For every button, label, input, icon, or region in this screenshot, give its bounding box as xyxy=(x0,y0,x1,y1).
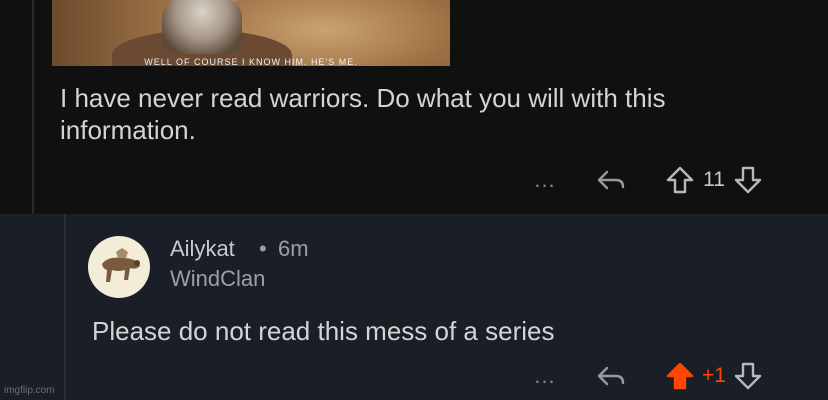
reply-arrow-icon[interactable] xyxy=(596,363,626,389)
thread-line[interactable] xyxy=(32,0,34,214)
reply-comment-text: Please do not read this mess of a series xyxy=(92,316,555,346)
thread-line[interactable] xyxy=(64,214,66,400)
reply-arrow-icon[interactable] xyxy=(596,167,626,193)
username[interactable]: Ailykat xyxy=(170,236,235,262)
separator-dot: • xyxy=(259,236,267,261)
gif-caption: WELL OF COURSE I KNOW HIM. HE'S ME. xyxy=(144,58,358,66)
user-flair: WindClan xyxy=(170,266,266,291)
gif-image[interactable]: WELL OF COURSE I KNOW HIM. HE'S ME. xyxy=(52,0,450,66)
watermark: imgflip.com xyxy=(4,385,55,396)
more-options-button[interactable]: ... xyxy=(530,169,560,191)
parent-score: 11 xyxy=(703,168,725,191)
more-options-button[interactable]: ... xyxy=(530,365,560,387)
avatar[interactable] xyxy=(88,236,150,298)
reply-comment-actions: ... +1 xyxy=(530,361,762,391)
upvote-arrow-icon[interactable] xyxy=(666,165,694,195)
parent-comment-text: I have never read warriors. Do what you … xyxy=(60,83,666,145)
gif-figure-head xyxy=(162,0,242,54)
upvote-arrow-icon[interactable] xyxy=(666,361,694,391)
timestamp: 6m xyxy=(278,236,309,261)
parent-comment-actions: ... 11 xyxy=(530,165,762,195)
reply-score: +1 xyxy=(702,364,726,387)
downvote-arrow-icon[interactable] xyxy=(734,165,762,195)
downvote-arrow-icon[interactable] xyxy=(734,361,762,391)
